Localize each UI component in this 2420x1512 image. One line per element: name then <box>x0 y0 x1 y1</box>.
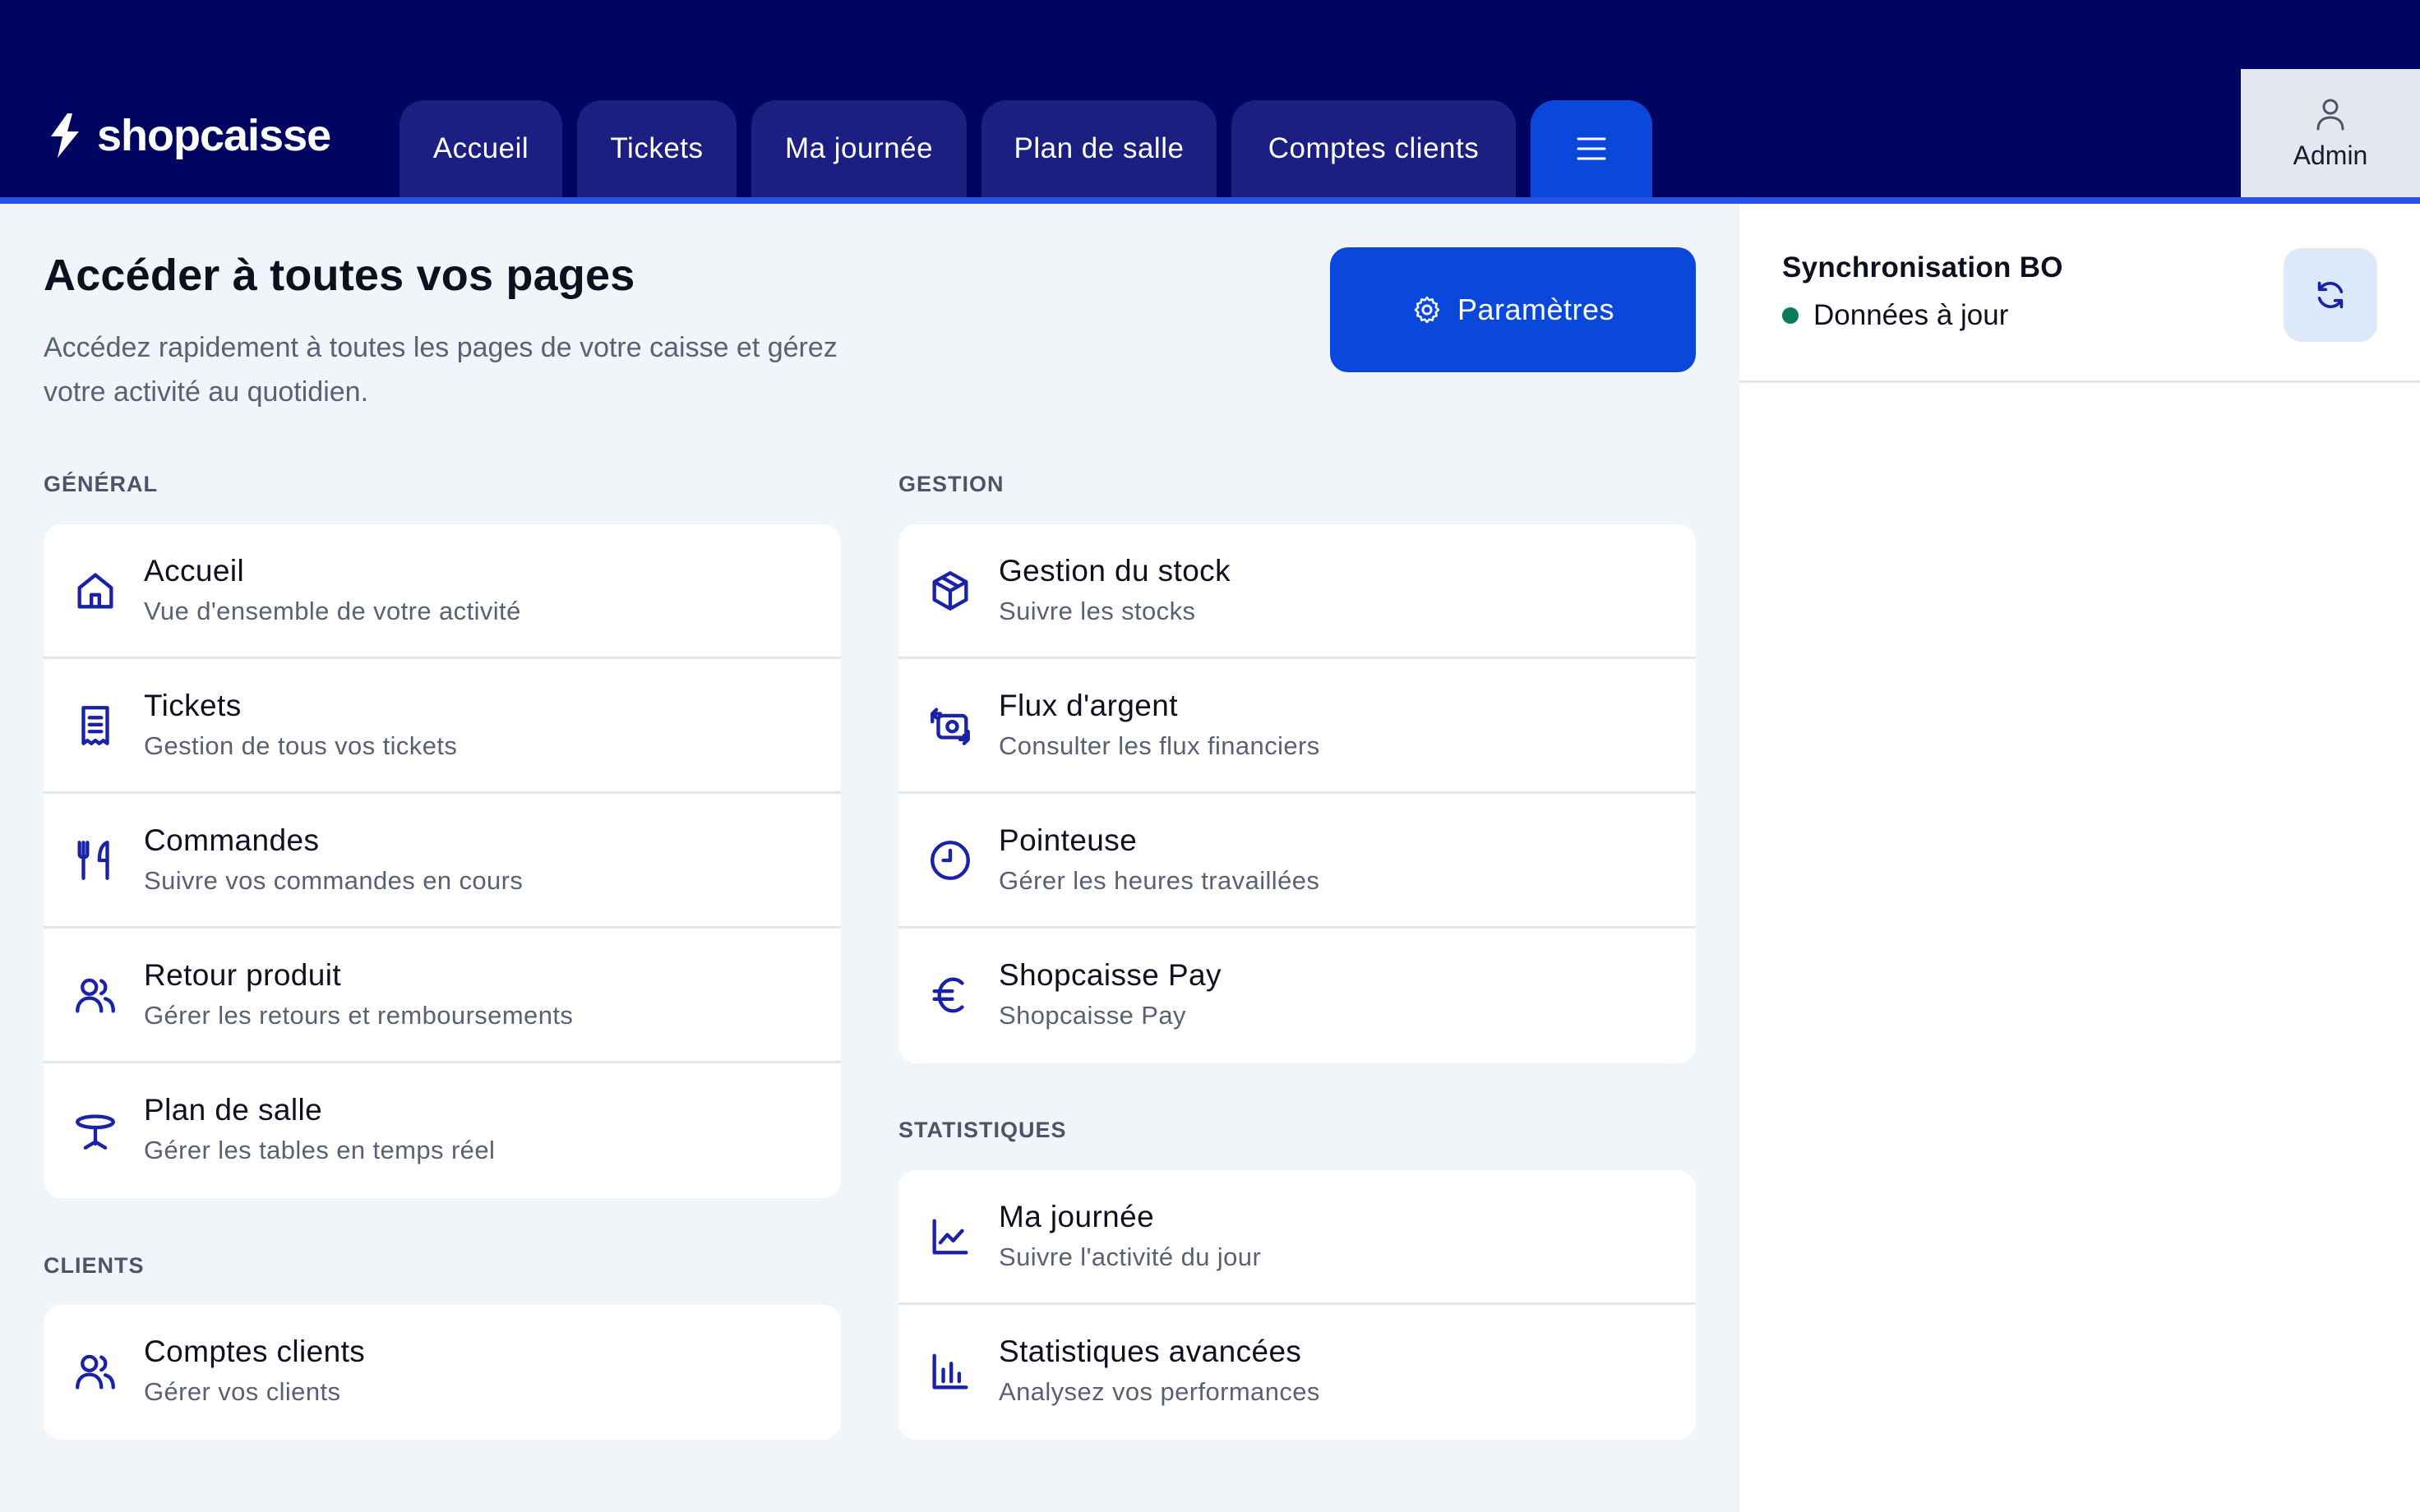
utensils-icon <box>72 837 119 884</box>
tab-comptes-clients[interactable]: Comptes clients <box>1231 100 1516 197</box>
list-item-desc: Shopcaisse Pay <box>999 1001 1186 1030</box>
tab-plan-de-salle[interactable]: Plan de salle <box>981 100 1217 197</box>
card-general: Accueil Vue d'ensemble de votre activité… <box>44 524 841 1198</box>
list-item-tickets[interactable]: Tickets Gestion de tous vos tickets <box>44 659 841 794</box>
users-icon <box>72 1348 119 1395</box>
tab-tickets[interactable]: Tickets <box>577 100 737 197</box>
sync-status-text: Données à jour <box>1813 299 2009 331</box>
bolt-logo-icon <box>51 113 79 158</box>
list-item-plan-de-salle[interactable]: Plan de salle Gérer les tables en temps … <box>44 1063 841 1198</box>
list-item-title: Accueil <box>144 554 245 588</box>
line-chart-icon <box>926 1213 974 1261</box>
list-item-desc: Analysez vos performances <box>999 1377 1320 1406</box>
list-item-desc: Gestion de tous vos tickets <box>144 731 458 760</box>
list-item-title: Statistiques avancées <box>999 1335 1302 1368</box>
box-icon <box>926 567 974 615</box>
list-item-comptes-clients[interactable]: Comptes clients Gérer vos clients <box>44 1305 841 1440</box>
top-bar: shopcaisse Accueil Tickets Ma journée Pl… <box>0 0 2420 197</box>
card-statistiques: Ma journée Suivre l'activité du jour Sta… <box>898 1170 1696 1440</box>
list-item-title: Shopcaisse Pay <box>999 958 1222 992</box>
section-label-general: GÉNÉRAL <box>44 472 159 496</box>
sync-panel: Synchronisation BO Données à jour <box>1739 204 2420 1512</box>
list-item-accueil[interactable]: Accueil Vue d'ensemble de votre activité <box>44 524 841 659</box>
sync-title: Synchronisation BO <box>1782 251 2063 284</box>
euro-icon <box>926 971 974 1019</box>
cash-exchange-icon <box>926 702 974 749</box>
list-item-retour-produit[interactable]: Retour produit Gérer les retours et remb… <box>44 929 841 1063</box>
tab-accueil[interactable]: Accueil <box>399 100 562 197</box>
list-item-title: Gestion du stock <box>999 554 1231 588</box>
user-icon <box>2316 99 2344 130</box>
list-item-pointeuse[interactable]: Pointeuse Gérer les heures travaillées <box>898 794 1696 929</box>
list-item-title: Flux d'argent <box>999 689 1178 722</box>
list-item-title: Comptes clients <box>144 1335 366 1368</box>
page-subtitle: Accédez rapidement à toutes les pages de… <box>44 332 838 408</box>
hamburger-menu-icon <box>1577 137 1606 160</box>
refresh-sync-button[interactable] <box>2284 248 2377 342</box>
list-item-shopcaisse-pay[interactable]: Shopcaisse Pay Shopcaisse Pay <box>898 929 1696 1063</box>
users-icon <box>72 971 119 1019</box>
list-item-commandes[interactable]: Commandes Suivre vos commandes en cours <box>44 794 841 929</box>
settings-button-label: Paramètres <box>1457 293 1615 326</box>
list-item-desc: Vue d'ensemble de votre activité <box>144 597 521 625</box>
list-item-title: Retour produit <box>144 958 342 992</box>
sync-status-card: Synchronisation BO Données à jour <box>1739 204 2420 383</box>
receipt-icon <box>72 702 119 749</box>
section-label-gestion: GESTION <box>898 472 1004 496</box>
section-label-statistiques: STATISTIQUES <box>898 1118 1067 1142</box>
user-label: Admin <box>2293 140 2368 170</box>
list-item-flux-argent[interactable]: Flux d'argent Consulter les flux financi… <box>898 659 1696 794</box>
user-menu-button[interactable]: Admin <box>2241 69 2420 197</box>
list-item-desc: Gérer les tables en temps réel <box>144 1136 496 1164</box>
card-gestion: Gestion du stock Suivre les stocks Flux … <box>898 524 1696 1063</box>
main-content: Accéder à toutes vos pages Accédez rapid… <box>0 204 1739 1512</box>
tab-ma-journee[interactable]: Ma journée <box>751 100 967 197</box>
list-item-desc: Gérer vos clients <box>144 1377 341 1406</box>
status-dot-icon <box>1782 307 1799 324</box>
refresh-icon <box>2317 281 2344 309</box>
gear-icon <box>1414 296 1440 324</box>
list-item-desc: Gérer les retours et remboursements <box>144 1001 574 1030</box>
list-item-title: Tickets <box>144 689 242 722</box>
app-root: shopcaisse Accueil Tickets Ma journée Pl… <box>0 0 2420 1512</box>
settings-button[interactable]: Paramètres <box>1330 247 1696 372</box>
list-item-title: Plan de salle <box>144 1093 323 1127</box>
list-item-title: Pointeuse <box>999 823 1138 857</box>
bar-chart-icon <box>926 1348 974 1395</box>
list-item-desc: Suivre vos commandes en cours <box>144 866 524 895</box>
list-item-desc: Suivre l'activité du jour <box>999 1242 1262 1271</box>
sync-status: Données à jour <box>1782 299 2008 332</box>
tab-menu[interactable] <box>1531 100 1652 197</box>
list-item-title: Ma journée <box>999 1200 1155 1233</box>
list-item-desc: Suivre les stocks <box>999 597 1196 625</box>
table-icon <box>72 1106 119 1154</box>
list-item-desc: Gérer les heures travaillées <box>999 866 1320 895</box>
clock-icon <box>926 837 974 884</box>
brand-logo[interactable]: shopcaisse <box>46 110 331 161</box>
page-title: Accéder à toutes vos pages <box>44 251 635 300</box>
list-item-desc: Consulter les flux financiers <box>999 731 1320 760</box>
home-icon <box>72 567 119 615</box>
card-clients: Comptes clients Gérer vos clients <box>44 1305 841 1440</box>
brand-name: shopcaisse <box>97 111 331 160</box>
list-item-gestion-du-stock[interactable]: Gestion du stock Suivre les stocks <box>898 524 1696 659</box>
header-accent-line <box>0 197 2420 204</box>
list-item-title: Commandes <box>144 823 320 857</box>
list-item-ma-journee[interactable]: Ma journée Suivre l'activité du jour <box>898 1170 1696 1305</box>
list-item-statistiques-avancees[interactable]: Statistiques avancées Analysez vos perfo… <box>898 1305 1696 1440</box>
section-label-clients: CLIENTS <box>44 1253 145 1278</box>
